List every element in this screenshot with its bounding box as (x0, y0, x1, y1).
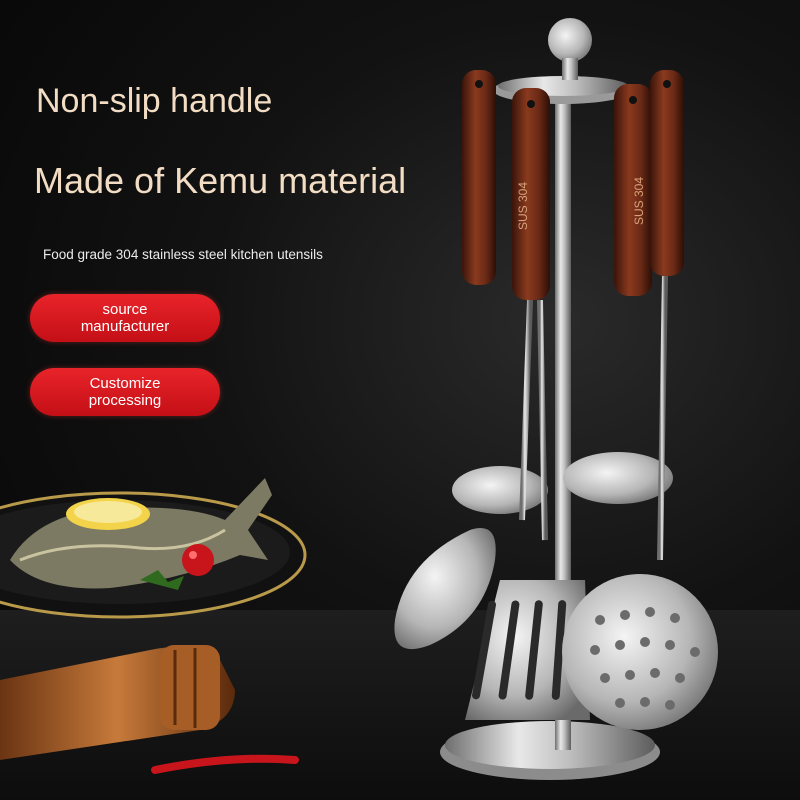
product-image: SUS 304 SUS 304 Non-slip handle Made of … (0, 0, 800, 800)
badge-line-1: Customize (89, 375, 161, 392)
headline-non-slip-handle: Non-slip handle (36, 82, 273, 120)
badge-line-2: processing (88, 392, 162, 409)
badge-customize-processing: Customize processing (30, 368, 220, 416)
badge-line-1: source (102, 301, 148, 318)
subtitle: Food grade 304 stainless steel kitchen u… (43, 247, 323, 262)
handle-engraving-left: SUS 304 (516, 182, 530, 230)
badge-source-manufacturer: source manufacturer (30, 294, 220, 342)
fish-plate (0, 478, 307, 619)
headline-material: Made of Kemu material (34, 160, 407, 201)
badge-line-2: manufacturer (80, 318, 170, 335)
wooden-handles (462, 70, 684, 300)
handle-engraving-right: SUS 304 (632, 177, 646, 225)
